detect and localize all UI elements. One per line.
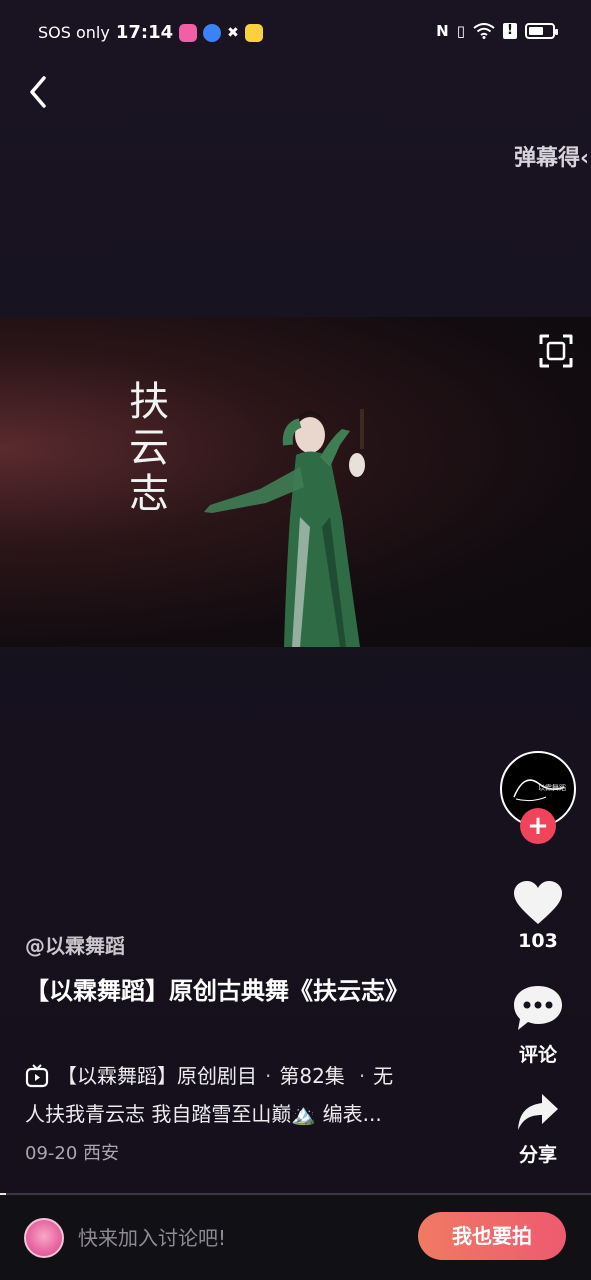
user-avatar[interactable] (24, 1218, 64, 1258)
post-date: 09-20 (25, 1143, 78, 1164)
vibrate-icon: ▯ (456, 22, 465, 40)
carrier-text: SOS only (38, 23, 110, 42)
video-app-icon (179, 23, 198, 42)
series-name[interactable]: 【以霖舞蹈】原创剧目 (57, 1057, 257, 1095)
author-handle[interactable]: @以霖舞蹈 (25, 930, 125, 959)
follow-button[interactable]: + (520, 808, 556, 844)
comment-label: 评论 (518, 1044, 557, 1066)
shoot-same-button[interactable]: 我也要拍 (418, 1212, 566, 1260)
series-info[interactable]: 【以霖舞蹈】原创剧目 · 第82集 · 无 人扶我青云志 我自踏雪至山巅🏔️ 编… (25, 1057, 445, 1133)
close-notification-icon: ✖ (227, 24, 239, 41)
clock: 17:14 (115, 22, 174, 43)
share-label: 分享 (518, 1144, 557, 1166)
like-count: 103 (518, 930, 558, 952)
heart-icon[interactable] (512, 880, 564, 926)
comment-bubble-icon[interactable] (512, 984, 564, 1032)
like-action[interactable]: 103 (500, 880, 576, 952)
game-app-icon (244, 23, 263, 42)
shield-icon (203, 23, 222, 42)
wifi-icon (473, 23, 495, 39)
comment-input[interactable] (78, 1222, 398, 1254)
status-bar: SOS only 17:14 ✖ N ▯ ! (0, 0, 591, 66)
playlist-icon (25, 1064, 49, 1088)
post-title: 【以霖舞蹈】原创古典舞《扶云志》 (25, 977, 409, 1005)
alert-icon: ! (503, 23, 517, 39)
video-overlay-title: 扶云志 (122, 380, 168, 518)
nfc-icon: N (436, 22, 449, 40)
post-meta: 09-20 西安 (25, 1139, 119, 1165)
screen: SOS only 17:14 ✖ N ▯ ! 弹幕得‹ 扶云志 以霖舞蹈 + 1… (0, 0, 591, 1280)
post-location: 西安 (83, 1143, 120, 1164)
separator-dot: · (265, 1064, 272, 1088)
dancer-figure (204, 409, 365, 647)
description-line1: 无 (373, 1064, 394, 1088)
description-line2[interactable]: 人扶我青云志 我自踏雪至山巅🏔️ 编表... (25, 1095, 445, 1133)
share-action[interactable]: 分享 (500, 1092, 576, 1167)
video-progress-bar[interactable] (0, 1193, 591, 1195)
episode-number[interactable]: 第82集 (279, 1057, 344, 1095)
video-player[interactable]: 扶云志 (0, 317, 591, 647)
battery-icon (525, 23, 558, 39)
comment-action[interactable]: 评论 (500, 984, 576, 1067)
creator-avatar-text: 以霖舞蹈 (538, 784, 566, 792)
separator-dot-2: · (358, 1064, 366, 1088)
fullscreen-icon[interactable] (538, 333, 574, 369)
danmaku-text: 弹幕得‹ (514, 146, 590, 171)
video-progress-fill (0, 1193, 6, 1195)
share-arrow-icon[interactable] (516, 1092, 560, 1132)
back-arrow-icon[interactable] (20, 72, 60, 112)
